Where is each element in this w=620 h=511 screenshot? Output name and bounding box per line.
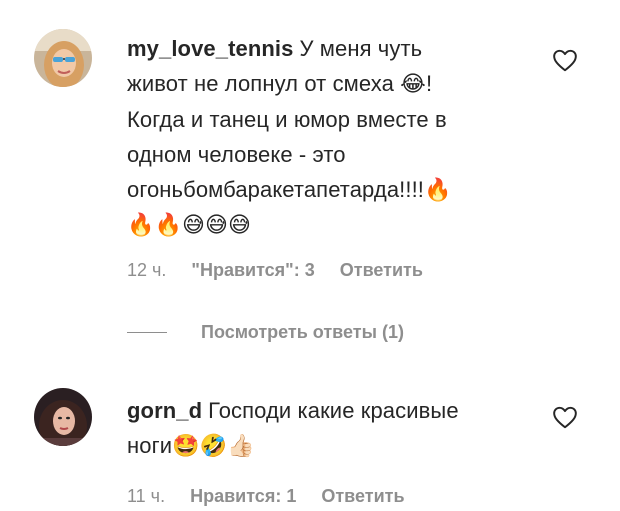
comment-line: одном человеке - это [127, 142, 346, 167]
reply-button[interactable]: Ответить [321, 486, 404, 506]
likes-count[interactable]: "Нравится": 3 [191, 260, 314, 280]
comment-text: gorn_d Господи какие красивые ноги🤩🤣👍🏻 [127, 393, 547, 464]
emoji: 🔥🔥😅😅😅 [127, 213, 252, 238]
emoji: 🤩🤣👍🏻 [172, 434, 255, 459]
comment-line: Когда и танец и юмор вместе в [127, 107, 447, 132]
username-link[interactable]: gorn_d [127, 398, 202, 423]
comment-line: Господи какие красивые [208, 398, 459, 423]
view-replies-button[interactable]: Посмотреть ответы (1) [201, 322, 404, 343]
heart-icon[interactable] [552, 48, 578, 72]
comment-meta: 11 ч. Нравится: 1 Ответить [127, 486, 425, 507]
comment-line: У меня чуть [299, 36, 423, 61]
timestamp[interactable]: 11 ч. [127, 486, 165, 506]
user-avatar-icon [34, 388, 92, 446]
likes-count[interactable]: Нравится: 1 [190, 486, 296, 506]
replies-divider [127, 331, 167, 333]
comment-line: живот не лопнул от смеха [127, 71, 394, 96]
avatar[interactable] [34, 29, 92, 87]
comment-line: ноги [127, 433, 173, 458]
emoji: 😂 [400, 72, 426, 97]
comment-line: огоньбомбаракетапетарда!!!! [127, 177, 425, 202]
heart-icon[interactable] [552, 405, 578, 429]
emoji: 🔥 [424, 178, 452, 203]
user-avatar-icon [34, 29, 92, 87]
comment-text: my_love_tennis У меня чуть живот не лопну… [127, 31, 547, 243]
comment-meta: 12 ч. "Нравится": 3 Ответить [127, 260, 443, 281]
username-link[interactable]: my_love_tennis [127, 36, 293, 61]
view-replies[interactable]: Посмотреть ответы (1) [127, 320, 404, 344]
comment-line: ! [425, 71, 433, 96]
avatar[interactable] [34, 388, 92, 446]
reply-button[interactable]: Ответить [340, 260, 423, 280]
timestamp[interactable]: 12 ч. [127, 260, 166, 280]
